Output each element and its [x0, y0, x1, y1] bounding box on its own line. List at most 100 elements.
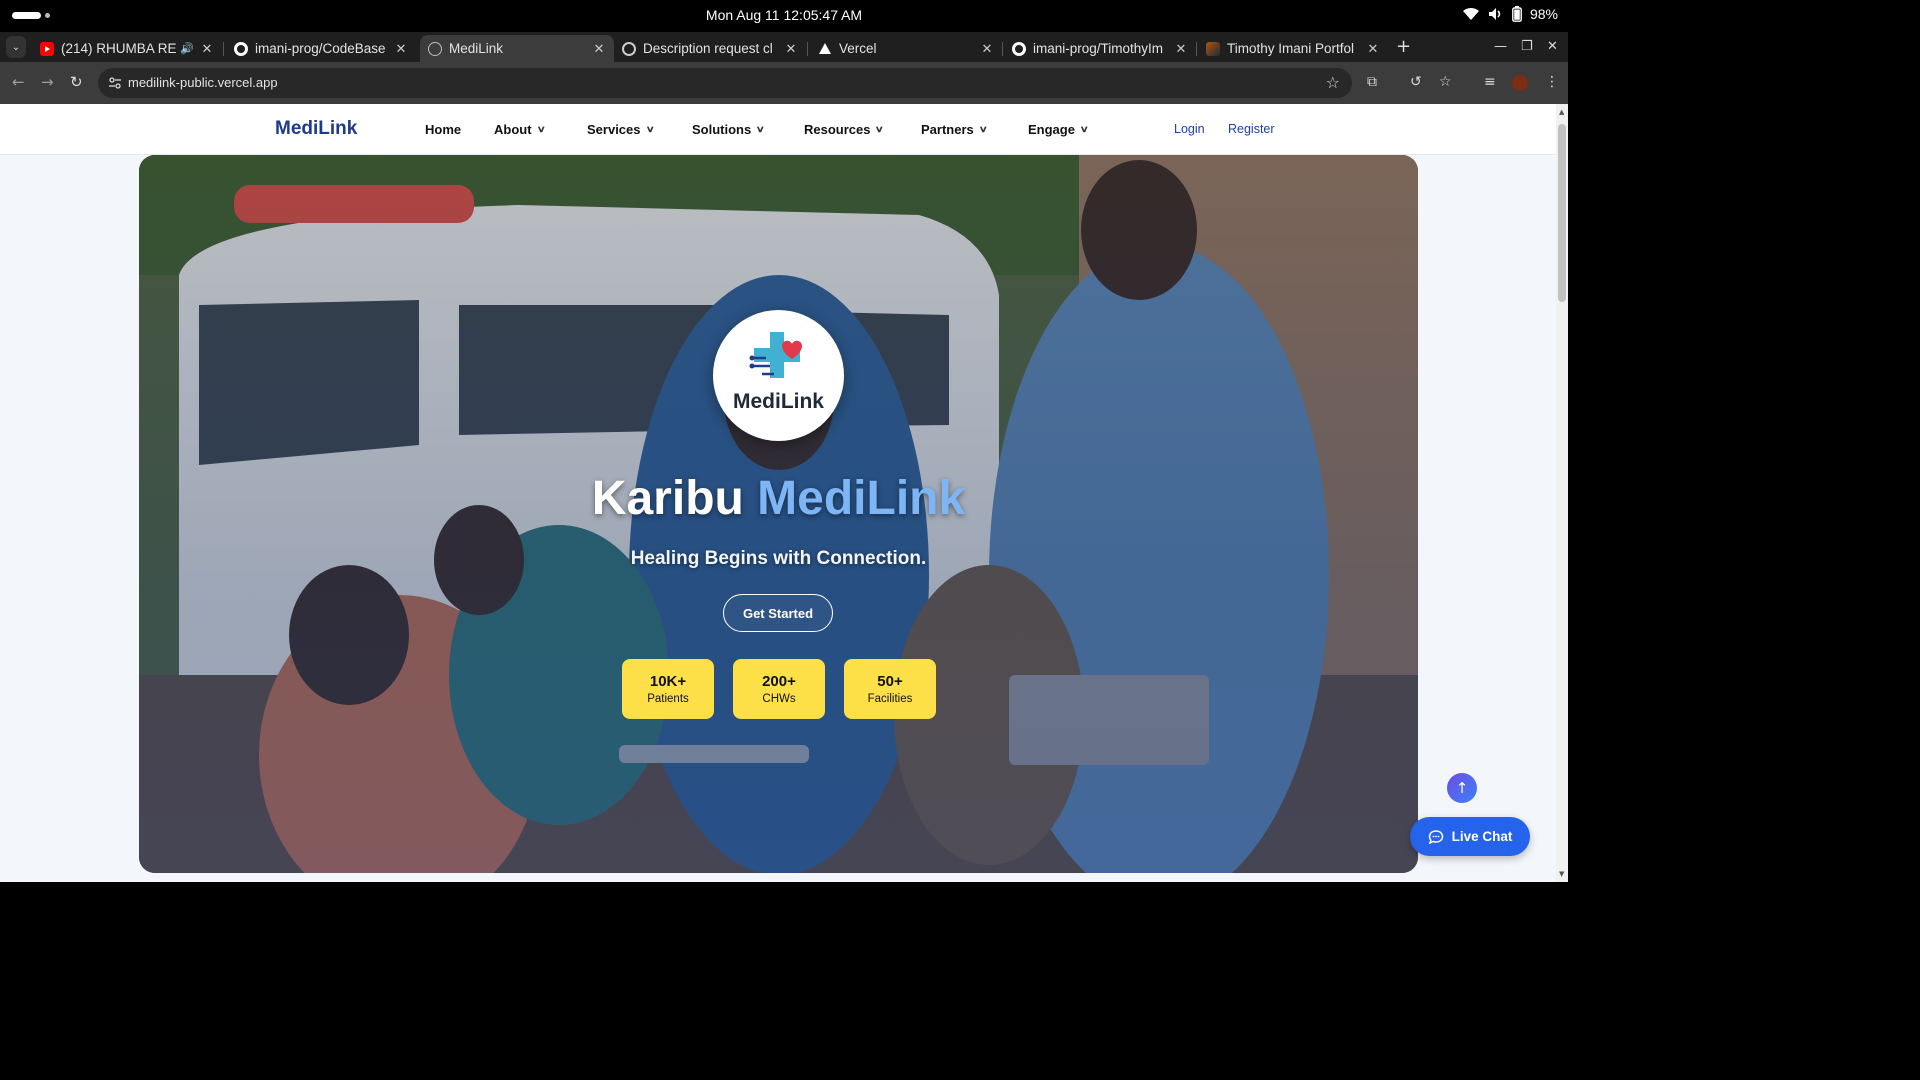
tab-title: Timothy Imani Portfol: [1227, 41, 1355, 56]
tab-title: Vercel: [839, 41, 877, 56]
tab-vercel[interactable]: Vercel ✕: [810, 35, 1002, 62]
bookmark-star-icon[interactable]: ☆: [1326, 73, 1340, 92]
site-navbar: MediLink Home About ∨ Services ∨ Solutions…: [0, 104, 1556, 155]
hero-title-accent: MediLink: [757, 472, 966, 525]
tab-divider: [1002, 42, 1003, 56]
scrollbar-thumb[interactable]: [1558, 124, 1566, 302]
favorites-icon[interactable]: ☆: [1439, 74, 1452, 90]
scroll-to-top-button[interactable]: ↑: [1447, 773, 1477, 803]
chevron-down-icon: ∨: [536, 124, 546, 134]
close-tab-icon[interactable]: ✕: [200, 41, 214, 57]
stat-label: CHWs: [762, 693, 796, 705]
browser-tab-strip: ⌄ (214) RHUMBA RELAX 🔊 ✕ imani-prog/Code…: [0, 32, 1568, 62]
youtube-icon: [40, 41, 54, 56]
nav-label: About: [494, 122, 532, 137]
reading-list-icon[interactable]: ≡: [1484, 74, 1496, 90]
extensions-icon[interactable]: ⧉: [1367, 74, 1377, 90]
tab-divider: [223, 42, 224, 56]
hero-subtitle: Healing Begins with Connection.: [630, 548, 927, 569]
globe-icon: [428, 41, 442, 56]
stat-value: 200+: [762, 673, 796, 690]
medical-cross-heart-icon: [749, 332, 802, 378]
stat-card-facilities: 50+ Facilities: [844, 659, 936, 719]
scroll-up-arrow-icon[interactable]: ▲: [1559, 108, 1564, 116]
tab-chatgpt[interactable]: Description request cl ✕: [614, 35, 806, 62]
logo-wordmark: MediLink: [732, 390, 824, 413]
menu-kebab-icon[interactable]: ⋮: [1545, 74, 1559, 90]
restore-window-icon[interactable]: ❐: [1521, 39, 1533, 54]
url-text[interactable]: medilink-public.vercel.app: [128, 75, 278, 90]
nav-label: Partners: [921, 122, 974, 137]
tab-title: MediLink: [449, 41, 504, 56]
tab-title: imani-prog/CodeBase: [255, 41, 386, 56]
site-info-icon[interactable]: [108, 76, 122, 90]
stat-value: 10K+: [649, 673, 687, 690]
close-tab-icon[interactable]: ✕: [394, 41, 408, 57]
openai-icon: [622, 41, 636, 56]
chevron-down-icon: ∨: [978, 124, 988, 134]
nav-resources[interactable]: Resources ∨: [804, 122, 885, 137]
register-link[interactable]: Register: [1228, 122, 1275, 136]
close-tab-icon[interactable]: ✕: [1366, 41, 1380, 57]
chevron-down-icon: ∨: [645, 124, 655, 134]
speaker-icon[interactable]: 🔊: [180, 42, 194, 55]
tab-divider: [1196, 42, 1197, 56]
tab-github-timothy[interactable]: imani-prog/TimothyIm ✕: [1004, 35, 1196, 62]
new-tab-button[interactable]: +: [1396, 38, 1411, 56]
nav-label: Solutions: [692, 122, 752, 137]
nav-label: Home: [425, 122, 462, 137]
web-page: MediLink Home About ∨ Services ∨ Solutions…: [0, 104, 1556, 882]
system-clock[interactable]: Mon Aug 11 12:05:47 AM: [0, 7, 1568, 23]
tab-youtube[interactable]: (214) RHUMBA RELAX 🔊 ✕: [32, 35, 222, 62]
history-icon[interactable]: ↺: [1410, 74, 1422, 90]
nav-services[interactable]: Services ∨: [587, 122, 655, 137]
tab-title: (214) RHUMBA RELAX: [61, 41, 177, 56]
tab-divider: [807, 42, 808, 56]
page-scrollbar[interactable]: ▲ ▼: [1556, 104, 1568, 882]
nav-solutions[interactable]: Solutions ∨: [692, 122, 766, 137]
nav-about[interactable]: About ∨: [494, 122, 546, 137]
nav-engage[interactable]: Engage ∨: [1028, 122, 1089, 137]
nav-label: Services: [587, 122, 641, 137]
address-bar[interactable]: medilink-public.vercel.app ☆: [98, 68, 1352, 98]
medilink-logo-badge: MediLink: [713, 310, 844, 441]
system-status-area[interactable]: 98%: [1462, 6, 1558, 22]
login-link[interactable]: Login: [1174, 122, 1205, 136]
nav-label: Resources: [804, 122, 871, 137]
battery-icon: [1512, 6, 1522, 22]
wifi-icon: [1462, 7, 1479, 20]
hero-banner: MediLink Karibu MediLink Healing Begins …: [139, 155, 1418, 873]
tab-search-button[interactable]: ⌄: [6, 36, 26, 58]
close-tab-icon[interactable]: ✕: [1174, 41, 1188, 57]
stat-label: Facilities: [867, 693, 913, 705]
nav-home[interactable]: Home: [425, 122, 461, 137]
battery-level: 98%: [1529, 6, 1558, 22]
close-tab-icon[interactable]: ✕: [980, 41, 994, 57]
reload-icon[interactable]: ↻: [70, 73, 83, 91]
browser-toolbar: ← → ↻ medilink-public.vercel.app ☆ ⧉ ↺ ☆…: [0, 62, 1568, 104]
portfolio-icon: [1206, 41, 1220, 56]
live-chat-button[interactable]: Live Chat: [1410, 817, 1530, 856]
forward-icon[interactable]: →: [41, 73, 54, 91]
back-icon[interactable]: ←: [12, 73, 25, 91]
tab-github-codebase[interactable]: imani-prog/CodeBase ✕: [226, 35, 416, 62]
profile-avatar[interactable]: [1512, 75, 1528, 91]
arrow-up-icon: ↑: [1455, 779, 1469, 797]
os-top-bar: Mon Aug 11 12:05:47 AM 98%: [0, 0, 1568, 32]
nav-partners[interactable]: Partners ∨: [921, 122, 988, 137]
tab-medilink[interactable]: MediLink ✕: [420, 35, 614, 62]
tab-portfolio[interactable]: Timothy Imani Portfol ✕: [1198, 35, 1388, 62]
chevron-down-icon: ∨: [875, 124, 885, 134]
chevron-down-icon: ∨: [1079, 124, 1089, 134]
minimize-window-icon[interactable]: —: [1494, 39, 1507, 54]
close-tab-icon[interactable]: ✕: [592, 41, 606, 57]
chevron-down-icon: ∨: [755, 124, 766, 134]
site-logo[interactable]: MediLink: [275, 118, 357, 140]
hero-title: Karibu MediLink: [139, 471, 1418, 526]
close-window-icon[interactable]: ✕: [1547, 39, 1558, 54]
get-started-button[interactable]: Get Started: [723, 594, 833, 632]
close-tab-icon[interactable]: ✕: [784, 41, 798, 57]
live-chat-label: Live Chat: [1451, 829, 1513, 844]
scroll-down-arrow-icon[interactable]: ▼: [1559, 870, 1564, 878]
stat-value: 50+: [877, 673, 903, 690]
